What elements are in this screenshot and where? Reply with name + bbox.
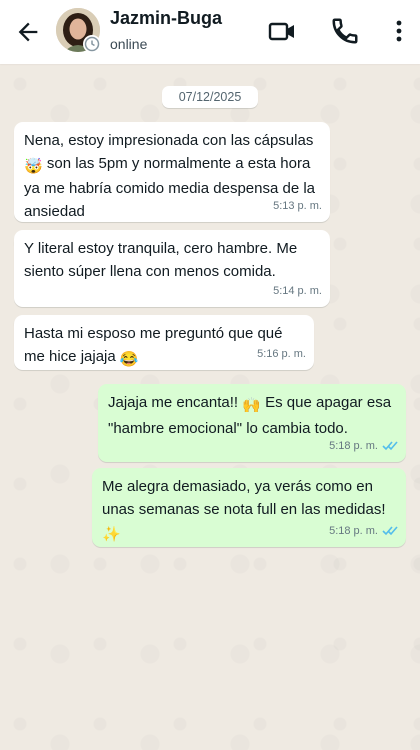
- message-bubble-incoming[interactable]: Hasta mi esposo me preguntó que qué me h…: [14, 315, 314, 370]
- sparkles-emoji: ✨: [102, 526, 121, 543]
- message-meta: 5:18 p. m.: [329, 435, 398, 458]
- message-text: Nena, estoy impresionada con las cápsula…: [24, 132, 314, 149]
- contact-status: online: [110, 36, 148, 52]
- message-text: Jajaja me encanta!!: [108, 394, 239, 411]
- raised-hands-emoji: 🙌: [242, 397, 261, 414]
- double-check-icon: [382, 441, 398, 451]
- laughing-emoji: 😂: [119, 350, 139, 368]
- message-text: Y literal estoy tranquila, cero hambre. …: [24, 240, 298, 280]
- video-call-icon[interactable]: [267, 16, 297, 46]
- message-bubble-outgoing[interactable]: Jajaja me encanta!! 🙌 Es que apagar esa …: [98, 384, 406, 462]
- message-time: 5:13 p. m.: [273, 199, 322, 212]
- message-meta: 5:18 p. m.: [329, 520, 398, 543]
- message-bubble-incoming[interactable]: Nena, estoy impresionada con las cápsula…: [14, 122, 330, 222]
- message-time: 5:14 p. m.: [273, 284, 322, 297]
- chat-header: Jazmin-Buga online: [0, 0, 420, 64]
- phone-icon[interactable]: [330, 16, 360, 46]
- message-bubble-incoming[interactable]: Y literal estoy tranquila, cero hambre. …: [14, 230, 330, 307]
- double-check-icon: [382, 526, 398, 536]
- contact-name[interactable]: Jazmin-Buga: [110, 8, 222, 29]
- message-meta: 5:14 p. m.: [273, 280, 322, 303]
- message-time: 5:18 p. m.: [329, 524, 378, 537]
- message-meta: 5:16 p. m.: [257, 343, 306, 366]
- mind-blown-emoji: 🤯: [24, 157, 43, 175]
- message-bubble-outgoing[interactable]: Me alegra demasiado, ya verás como en un…: [92, 468, 406, 547]
- message-meta: 5:13 p. m.: [273, 195, 322, 218]
- back-arrow-icon[interactable]: [14, 18, 42, 46]
- message-time: 5:18 p. m.: [329, 439, 378, 452]
- message-text: Me alegra demasiado, ya verás como en un…: [102, 478, 386, 518]
- message-text: son las 5pm y normalmente a esta hora ya…: [24, 154, 316, 220]
- message-time: 5:16 p. m.: [257, 347, 306, 360]
- date-separator: 07/12/2025: [162, 86, 258, 108]
- more-vertical-icon[interactable]: [384, 16, 414, 46]
- status-badge: [83, 35, 101, 53]
- message-text: Hasta mi esposo me preguntó que qué me h…: [24, 325, 283, 365]
